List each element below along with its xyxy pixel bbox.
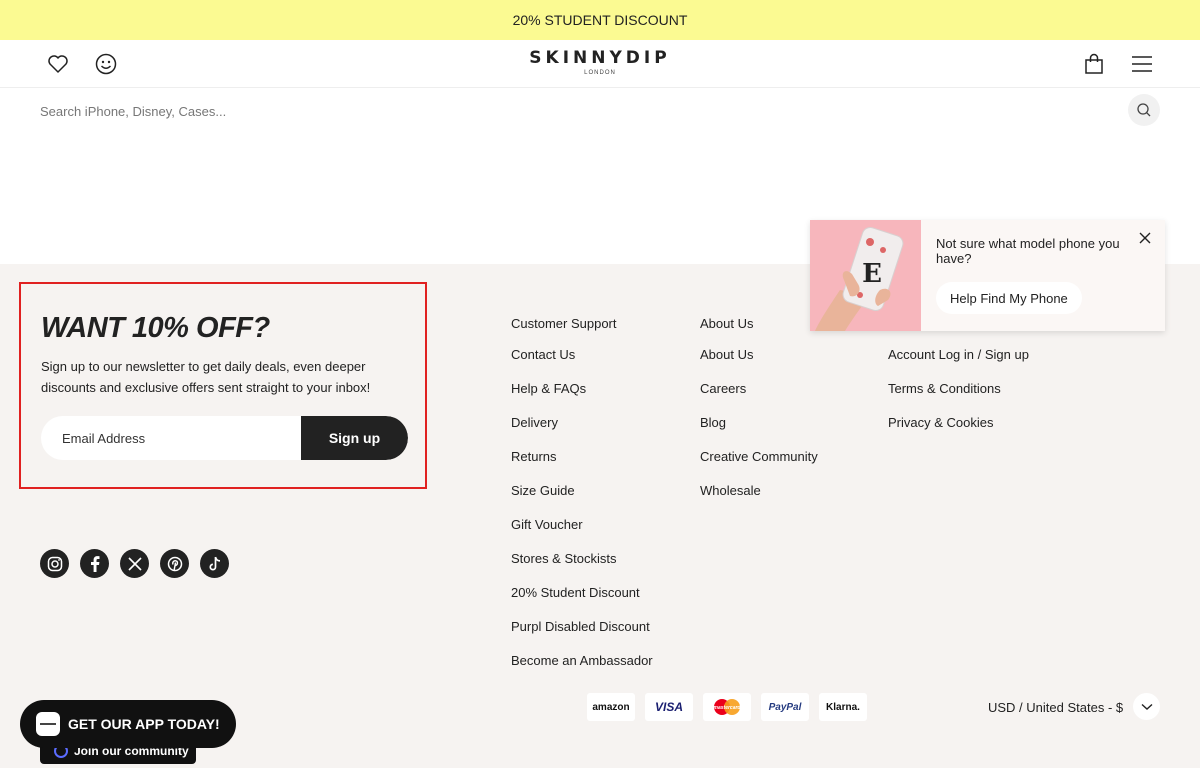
footer-link-terms[interactable]: Terms & Conditions	[888, 381, 1029, 397]
footer-link-gift-voucher[interactable]: Gift Voucher	[511, 517, 653, 533]
promo-text[interactable]: 20% STUDENT DISCOUNT	[513, 12, 688, 28]
currency-dropdown-button[interactable]	[1133, 693, 1160, 720]
newsletter-description: Sign up to our newsletter to get daily d…	[41, 359, 371, 395]
search-bar	[0, 89, 1200, 133]
facebook-icon[interactable]	[80, 549, 109, 578]
payment-label: Klarna.	[826, 701, 860, 713]
payment-methods: amazon VISA mastercard PayPal Klarna.	[587, 693, 867, 721]
footer-link-contact-us[interactable]: Contact Us	[511, 347, 653, 363]
close-icon[interactable]	[1137, 230, 1153, 246]
payment-label: mastercard	[714, 705, 742, 711]
column-title: Customer Support	[511, 316, 617, 331]
mastercard-icon: mastercard	[703, 693, 751, 721]
footer-link-about-us[interactable]: About Us	[700, 347, 818, 363]
footer-link-creative-community[interactable]: Creative Community	[700, 449, 818, 465]
payment-label: PayPal	[768, 701, 802, 713]
paypal-icon: PayPal	[761, 693, 809, 721]
footer-column-about: About Us About Us Careers Blog Creative …	[700, 316, 818, 517]
payment-label: amazon	[592, 701, 630, 713]
search-input[interactable]	[40, 97, 1100, 125]
email-field[interactable]	[41, 416, 301, 460]
social-links	[40, 549, 229, 578]
currency-selector[interactable]: USD / United States - $	[988, 693, 1123, 721]
site-header: SKINNYDIP LONDON	[0, 40, 1200, 88]
phone-case-image: E	[810, 220, 921, 331]
logo-wordmark: SKINNYDIP	[529, 48, 671, 68]
sign-up-button[interactable]: Sign up	[301, 416, 408, 460]
phone-finder-popup: E Not sure what model phone you have? He…	[810, 220, 1165, 331]
klarna-icon: Klarna.	[819, 693, 867, 721]
chevron-down-icon	[1141, 703, 1152, 710]
footer-link-privacy[interactable]: Privacy & Cookies	[888, 415, 1029, 431]
footer-link-help-faqs[interactable]: Help & FAQs	[511, 381, 653, 397]
site-logo[interactable]: SKINNYDIP LONDON	[0, 48, 1200, 76]
popup-message: Not sure what model phone you have?	[936, 236, 1120, 266]
payment-label: VISA	[654, 700, 683, 714]
pinterest-icon[interactable]	[160, 549, 189, 578]
footer-column-account: Account Log in / Sign up Terms & Conditi…	[888, 347, 1029, 449]
visa-icon: VISA	[645, 693, 693, 721]
help-find-phone-button[interactable]: Help Find My Phone	[936, 282, 1082, 314]
footer-link-delivery[interactable]: Delivery	[511, 415, 653, 431]
footer-link-account-login[interactable]: Account Log in / Sign up	[888, 347, 1029, 363]
newsletter-signup: WANT 10% OFF? Sign up to our newsletter …	[19, 282, 427, 489]
footer-link-stores[interactable]: Stores & Stockists	[511, 551, 653, 567]
promo-bar[interactable]: 20% STUDENT DISCOUNT	[0, 0, 1200, 40]
svg-text:E: E	[862, 259, 882, 289]
currency-label: USD / United States - $	[988, 699, 1124, 715]
app-logo-icon	[36, 712, 60, 736]
instagram-icon[interactable]	[40, 549, 69, 578]
footer-link-ambassador[interactable]: Become an Ambassador	[511, 653, 653, 669]
footer-link-wholesale[interactable]: Wholesale	[700, 483, 818, 499]
footer-link-blog[interactable]: Blog	[700, 415, 818, 431]
footer-link-purpl-discount[interactable]: Purpl Disabled Discount	[511, 619, 653, 635]
tiktok-icon[interactable]	[200, 549, 229, 578]
newsletter-title: WANT 10% OFF?	[41, 312, 270, 344]
amazon-pay-icon: amazon	[587, 693, 635, 721]
footer-link-returns[interactable]: Returns	[511, 449, 653, 465]
get-app-label: GET OUR APP TODAY!	[68, 716, 220, 732]
column-title: About Us	[700, 316, 754, 331]
search-icon	[1137, 103, 1151, 117]
menu-icon[interactable]	[1130, 52, 1154, 76]
logo-subtitle: LONDON	[584, 70, 616, 76]
get-app-button[interactable]: GET OUR APP TODAY!	[20, 700, 236, 748]
footer-column-support: Customer Support Contact Us Help & FAQs …	[511, 316, 653, 687]
x-icon[interactable]	[120, 549, 149, 578]
footer-link-size-guide[interactable]: Size Guide	[511, 483, 653, 499]
footer-link-student-discount[interactable]: 20% Student Discount	[511, 585, 653, 601]
footer-link-careers[interactable]: Careers	[700, 381, 818, 397]
bag-icon[interactable]	[1082, 52, 1106, 76]
newsletter-form: Sign up	[41, 416, 408, 460]
search-button[interactable]	[1128, 94, 1160, 126]
